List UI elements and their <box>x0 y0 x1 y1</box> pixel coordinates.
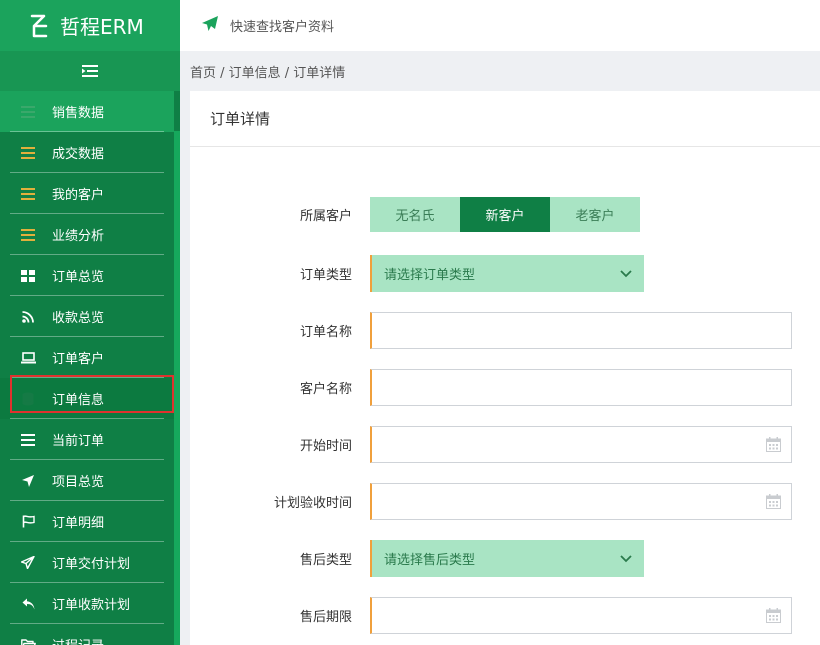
customer-type-option-old[interactable]: 老客户 <box>550 197 640 232</box>
sidebar-item-order-customers[interactable]: 订单客户 <box>0 337 174 378</box>
list-icon <box>20 145 36 161</box>
sidebar-item-label: 订单客户 <box>52 352 105 367</box>
sidebar-item-label: 项目总览 <box>52 475 105 490</box>
location-arrow-icon <box>20 473 36 489</box>
breadcrumb-text[interactable]: 首页 / 订单信息 / 订单详情 <box>190 62 345 81</box>
topbar: 快速查找客户资料 <box>180 0 820 51</box>
sidebar-item-performance[interactable]: 业绩分析 <box>0 214 174 255</box>
brand[interactable]: 哲程ERM <box>0 0 180 51</box>
flag-icon <box>20 514 36 530</box>
selection-highlight <box>10 375 174 413</box>
customer-type-segmented: 无名氏 新客户 老客户 <box>370 197 640 232</box>
acceptance-time-input[interactable] <box>370 483 792 520</box>
calendar-icon[interactable] <box>766 608 781 623</box>
send-icon <box>20 555 36 571</box>
sidebar-item-deal-data[interactable]: 成交数据 <box>0 132 174 173</box>
start-time-row: 开始时间 <box>190 426 820 463</box>
calendar-icon[interactable] <box>766 494 781 509</box>
reply-icon <box>20 596 36 612</box>
after-sale-type-select[interactable]: 请选择售后类型 <box>370 540 644 577</box>
start-time-input[interactable] <box>370 426 792 463</box>
after-sale-type-row: 售后类型 请选择售后类型 <box>190 540 820 577</box>
sidebar-item-order-detail[interactable]: 订单明细 <box>0 501 174 542</box>
order-name-label: 订单名称 <box>299 325 352 340</box>
order-type-select-value: 请选择订单类型 <box>384 268 476 283</box>
list-icon <box>20 104 36 120</box>
list-icon <box>20 186 36 202</box>
sidebar-item-label: 收款总览 <box>52 311 105 326</box>
main-panel: 订单详情 所属客户 无名氏 新客户 老客户 订单类型 请选择订单类型 订单名称 … <box>190 91 820 645</box>
after-sale-type-select-value: 请选择售后类型 <box>384 553 476 568</box>
after-sale-period-label: 售后期限 <box>299 610 352 625</box>
order-type-row: 订单类型 请选择订单类型 <box>190 255 820 292</box>
chevron-down-icon <box>620 554 632 562</box>
list-icon <box>20 432 36 448</box>
sidebar-item-project-overview[interactable]: 项目总览 <box>0 460 174 501</box>
order-type-select[interactable]: 请选择订单类型 <box>370 255 644 292</box>
sidebar-item-order-overview[interactable]: 订单总览 <box>0 255 174 296</box>
sidebar-item-payment-overview[interactable]: 收款总览 <box>0 296 174 337</box>
quick-search-link[interactable]: 快速查找客户资料 <box>230 16 334 35</box>
sidebar-item-label: 订单总览 <box>52 270 105 285</box>
paper-plane-icon <box>202 16 218 35</box>
customer-name-row: 客户名称 <box>190 369 820 406</box>
page-title: 订单详情 <box>190 91 820 147</box>
sidebar-scrollbar[interactable] <box>174 131 180 645</box>
laptop-icon <box>20 350 36 366</box>
sidebar-item-current-orders[interactable]: 当前订单 <box>0 419 174 460</box>
after-sale-period-input[interactable] <box>370 597 792 634</box>
sidebar-item-label: 当前订单 <box>52 434 105 449</box>
customer-type-label: 所属客户 <box>299 209 352 224</box>
sidebar-item-label: 销售数据 <box>52 106 105 121</box>
order-name-row: 订单名称 <box>190 312 820 349</box>
sidebar-collapse-button[interactable] <box>0 51 180 91</box>
after-sale-period-row: 售后期限 <box>190 597 820 634</box>
sidebar-menu: 销售数据 成交数据 我的客户 业绩分析 订单总览 收款总览 订单客户 订单信息 … <box>0 91 180 645</box>
sidebar-item-payment-plan[interactable]: 订单收款计划 <box>0 583 174 624</box>
sidebar-item-sales-data[interactable]: 销售数据 <box>0 91 174 132</box>
list-icon <box>20 227 36 243</box>
chevron-down-icon <box>620 269 632 277</box>
customer-type-option-new[interactable]: 新客户 <box>460 197 550 232</box>
sidebar-item-label: 订单收款计划 <box>52 598 131 613</box>
sidebar-item-label: 订单明细 <box>52 516 105 531</box>
folder-open-icon <box>20 637 36 645</box>
sidebar: 哲程ERM 销售数据 成交数据 我的客户 业绩分析 订单总览 收款总览 订单客户… <box>0 0 180 645</box>
acceptance-time-row: 计划验收时间 <box>190 483 820 520</box>
calendar-icon[interactable] <box>766 437 781 452</box>
indent-icon <box>82 65 98 77</box>
sidebar-item-delivery-plan[interactable]: 订单交付计划 <box>0 542 174 583</box>
brand-logo-icon <box>30 14 48 37</box>
sidebar-item-label: 业绩分析 <box>52 229 105 244</box>
start-time-label: 开始时间 <box>299 439 352 454</box>
sidebar-item-label: 我的客户 <box>52 188 105 203</box>
sidebar-item-label: 过程记录 <box>52 635 104 645</box>
customer-name-input[interactable] <box>370 369 792 406</box>
dashboard-icon <box>20 268 36 284</box>
after-sale-type-label: 售后类型 <box>299 553 352 568</box>
sidebar-item-label: 订单交付计划 <box>52 557 131 572</box>
breadcrumb: 首页 / 订单信息 / 订单详情 <box>180 51 820 91</box>
brand-name: 哲程ERM <box>60 15 144 39</box>
sidebar-item-label: 成交数据 <box>52 147 105 162</box>
order-type-label: 订单类型 <box>299 268 352 283</box>
order-name-input[interactable] <box>370 312 792 349</box>
rss-icon <box>20 309 36 325</box>
customer-type-option-anonymous[interactable]: 无名氏 <box>370 197 460 232</box>
customer-type-row: 所属客户 无名氏 新客户 老客户 <box>190 197 820 232</box>
sidebar-item-my-customers[interactable]: 我的客户 <box>0 173 174 214</box>
customer-name-label: 客户名称 <box>299 382 352 397</box>
acceptance-time-label: 计划验收时间 <box>273 496 352 511</box>
sidebar-item-process-record[interactable]: 过程记录 <box>0 624 174 645</box>
